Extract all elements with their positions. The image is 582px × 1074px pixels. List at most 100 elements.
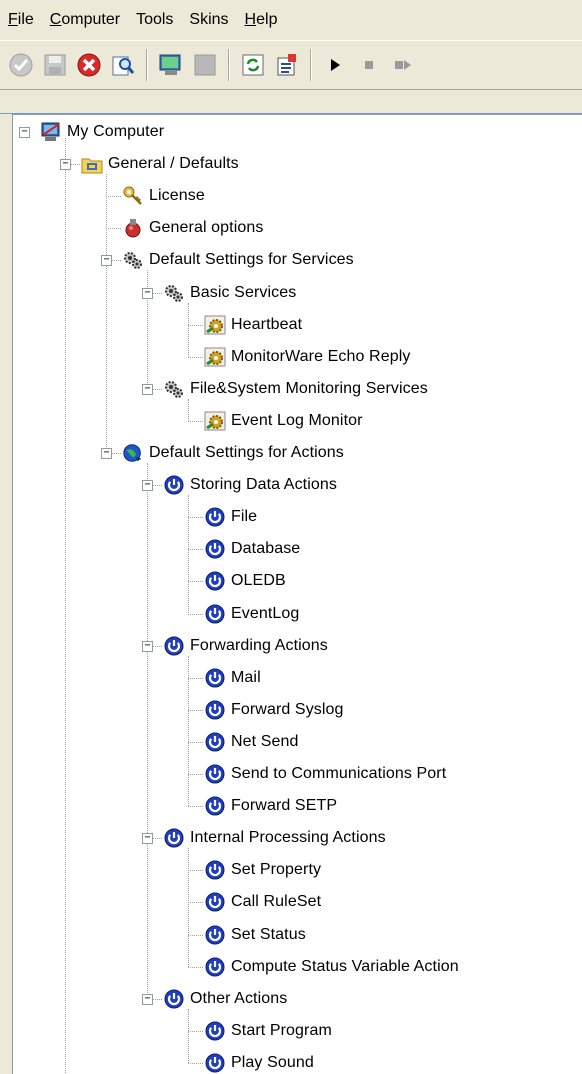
tree-expander[interactable]: − (142, 383, 153, 395)
menu-accelerator: H (244, 11, 257, 28)
tree-item[interactable]: Storing Data Actions (162, 472, 337, 498)
key-icon (121, 184, 145, 208)
play-icon[interactable] (318, 48, 352, 82)
tree-item[interactable]: MonitorWare Echo Reply (203, 344, 410, 370)
tree-item[interactable]: OLEDB (203, 568, 286, 594)
computer-icon[interactable] (154, 48, 188, 82)
menu-bar: File Computer Tools Skins Help (0, 0, 582, 40)
tree-expander[interactable]: − (142, 833, 153, 845)
menu-accelerator: F (8, 11, 18, 28)
menu-file[interactable]: File (0, 0, 42, 40)
tree-item[interactable]: Start Program (203, 1018, 332, 1044)
power-icon (203, 537, 227, 561)
tree-item-label: Storing Data Actions (190, 476, 337, 494)
tree-expander[interactable]: − (19, 127, 30, 138)
configuration-tree-panel[interactable]: − My Computer − General / Defaults License Ge… (12, 114, 582, 1074)
tree-item[interactable]: Forward Syslog (203, 697, 344, 723)
tree-expander[interactable]: − (101, 255, 112, 267)
menu-label: omputer (61, 11, 121, 28)
tree-connector-horizontal (188, 709, 203, 711)
tree-expander[interactable]: − (142, 480, 153, 492)
tree-item-label: Forward SETP (231, 797, 338, 815)
stop-icon[interactable] (352, 48, 386, 82)
tree-item[interactable]: File (203, 504, 257, 530)
tree-item[interactable]: My Computer (39, 119, 164, 145)
gears-icon (121, 248, 145, 272)
tree-item[interactable]: Forward SETP (203, 793, 337, 819)
tree-connector-horizontal (188, 420, 203, 422)
power-icon (203, 1019, 227, 1043)
tree-connector-horizontal (188, 741, 203, 743)
tree-item[interactable]: General options (121, 215, 263, 241)
tree-item[interactable]: Call RuleSet (203, 889, 321, 915)
tree-item[interactable]: Database (203, 536, 300, 562)
tree-item[interactable]: Internal Processing Actions (162, 825, 386, 851)
tree-item[interactable]: Heartbeat (203, 312, 302, 338)
tree-expander[interactable]: − (142, 993, 153, 1005)
power-icon (203, 698, 227, 722)
blank-icon[interactable] (188, 48, 222, 82)
tree-item[interactable]: Default Settings for Services (121, 247, 354, 273)
tree-item[interactable]: Default Settings for Actions (121, 440, 344, 466)
tree-item-label: Other Actions (190, 989, 288, 1007)
tree-item[interactable]: Basic Services (162, 280, 296, 306)
refresh-icon[interactable] (236, 48, 270, 82)
tree-item-label: Forwarding Actions (190, 636, 328, 654)
tree-item[interactable]: Event Log Monitor (203, 408, 363, 434)
configuration-tree: − My Computer − General / Defaults License Ge… (13, 115, 582, 1074)
tree-item[interactable]: Net Send (203, 729, 299, 755)
tree-item[interactable]: Send to Communications Port (203, 761, 446, 787)
tree-connector-vertical (188, 302, 189, 357)
tree-connector-horizontal (188, 613, 203, 615)
toolbar-separator (310, 49, 312, 81)
menu-label: Skins (189, 11, 229, 28)
tree-item[interactable]: File&System Monitoring Services (162, 376, 428, 402)
tree-item[interactable]: Forwarding Actions (162, 633, 328, 659)
tree-connector-vertical (106, 174, 107, 453)
tree-item[interactable]: Other Actions (162, 986, 287, 1012)
menu-label: Tools (136, 11, 174, 28)
tree-item[interactable]: General / Defaults (80, 151, 239, 177)
tree-item[interactable]: Compute Status Variable Action (203, 954, 459, 980)
save-icon[interactable] (38, 48, 72, 82)
tree-connector-horizontal (188, 677, 203, 679)
wizard-icon[interactable] (270, 48, 304, 82)
computer-icon (39, 120, 63, 144)
find-icon[interactable] (106, 48, 140, 82)
menu-skins[interactable]: Skins (181, 0, 236, 40)
step-icon[interactable] (386, 48, 420, 82)
toolbar-separator (146, 49, 148, 81)
tree-item[interactable]: License (121, 183, 205, 209)
tree-item-label: General / Defaults (108, 155, 239, 173)
tree-item-label: Call RuleSet (231, 893, 322, 911)
menu-help[interactable]: Help (237, 0, 286, 40)
tree-expander[interactable]: − (142, 640, 153, 652)
tree-item-label: Basic Services (190, 283, 297, 301)
menu-computer[interactable]: Computer (42, 0, 128, 40)
tree-item[interactable]: EventLog (203, 601, 299, 627)
power-icon (162, 987, 186, 1011)
tree-item[interactable]: Mail (203, 665, 261, 691)
tree-expander[interactable]: − (142, 287, 153, 299)
tree-item[interactable]: Play Sound (203, 1050, 314, 1074)
tree-expander[interactable]: − (101, 448, 112, 459)
service-icon (203, 313, 227, 337)
toolbar (0, 40, 582, 90)
tree-item[interactable]: Set Status (203, 922, 306, 948)
tree-item-label: My Computer (67, 123, 165, 140)
tree-item-label: Start Program (231, 1021, 332, 1039)
tree-connector-vertical (188, 1008, 189, 1063)
power-icon (162, 826, 186, 850)
tree-expander[interactable]: − (60, 159, 71, 171)
tree-connector-vertical (188, 848, 189, 967)
tree-item-label: MonitorWare Echo Reply (231, 347, 411, 365)
delete-icon[interactable] (72, 48, 106, 82)
tree-connector-horizontal (188, 1030, 203, 1032)
menu-tools[interactable]: Tools (128, 0, 181, 40)
tree-item-label: Mail (231, 668, 261, 686)
tree-item[interactable]: Set Property (203, 857, 321, 883)
power-icon (203, 890, 227, 914)
menu-accelerator: C (49, 11, 62, 28)
tree-item-label: Default Settings for Actions (149, 444, 344, 461)
ok-icon[interactable] (4, 48, 38, 82)
